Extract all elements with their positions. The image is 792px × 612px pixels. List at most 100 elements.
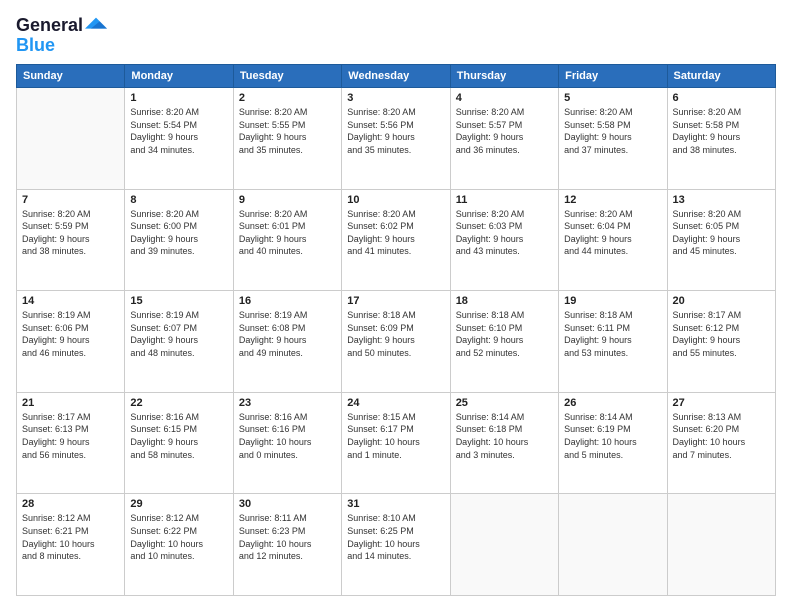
day-number: 17 <box>347 295 444 307</box>
day-cell: 13 Sunrise: 8:20 AM Sunset: 6:05 PM Dayli… <box>667 189 775 291</box>
day-cell: 28 Sunrise: 8:12 AM Sunset: 6:21 PM Dayli… <box>17 494 125 596</box>
day-info: Sunrise: 8:16 AM Sunset: 6:16 PM Dayligh… <box>239 411 336 461</box>
day-number: 1 <box>130 92 227 104</box>
weekday-saturday: Saturday <box>667 65 775 88</box>
day-number: 27 <box>673 397 770 409</box>
day-number: 7 <box>22 194 119 206</box>
day-cell: 31 Sunrise: 8:10 AM Sunset: 6:25 PM Dayli… <box>342 494 450 596</box>
day-cell: 12Sunrise: 8:20 AM Sunset: 6:04 PM Dayli… <box>559 189 667 291</box>
day-info: Sunrise: 8:20 AM Sunset: 5:55 PM Dayligh… <box>239 106 336 156</box>
day-number: 21 <box>22 397 119 409</box>
day-cell: 7 Sunrise: 8:20 AM Sunset: 5:59 PM Daylig… <box>17 189 125 291</box>
day-info: Sunrise: 8:18 AM Sunset: 6:11 PM Dayligh… <box>564 309 661 359</box>
day-cell: 14Sunrise: 8:19 AM Sunset: 6:06 PM Dayli… <box>17 291 125 393</box>
day-cell: 18Sunrise: 8:18 AM Sunset: 6:10 PM Dayli… <box>450 291 558 393</box>
day-cell: 16 Sunrise: 8:19 AM Sunset: 6:08 PM Dayli… <box>233 291 341 393</box>
day-info: Sunrise: 8:20 AM Sunset: 5:59 PM Dayligh… <box>22 208 119 258</box>
weekday-monday: Monday <box>125 65 233 88</box>
day-info: Sunrise: 8:19 AM Sunset: 6:07 PM Dayligh… <box>130 309 227 359</box>
day-number: 26 <box>564 397 661 409</box>
day-info: Sunrise: 8:13 AM Sunset: 6:20 PM Dayligh… <box>673 411 770 461</box>
day-info: Sunrise: 8:20 AM Sunset: 6:02 PM Dayligh… <box>347 208 444 258</box>
day-number: 24 <box>347 397 444 409</box>
week-row-3: 21 Sunrise: 8:17 AM Sunset: 6:13 PM Dayli… <box>17 392 776 494</box>
day-info: Sunrise: 8:20 AM Sunset: 5:54 PM Dayligh… <box>130 106 227 156</box>
day-cell: 22Sunrise: 8:16 AM Sunset: 6:15 PM Dayli… <box>125 392 233 494</box>
day-cell: 1 Sunrise: 8:20 AM Sunset: 5:54 PM Daylig… <box>125 88 233 190</box>
day-number: 20 <box>673 295 770 307</box>
day-cell <box>450 494 558 596</box>
day-cell: 30 Sunrise: 8:11 AM Sunset: 6:23 PM Dayli… <box>233 494 341 596</box>
day-number: 8 <box>130 194 227 206</box>
day-number: 28 <box>22 498 119 510</box>
day-number: 14 <box>22 295 119 307</box>
day-cell: 17 Sunrise: 8:18 AM Sunset: 6:09 PM Dayli… <box>342 291 450 393</box>
day-number: 13 <box>673 194 770 206</box>
day-info: Sunrise: 8:20 AM Sunset: 6:00 PM Dayligh… <box>130 208 227 258</box>
day-cell: 24 Sunrise: 8:15 AM Sunset: 6:17 PM Dayli… <box>342 392 450 494</box>
day-info: Sunrise: 8:15 AM Sunset: 6:17 PM Dayligh… <box>347 411 444 461</box>
day-number: 23 <box>239 397 336 409</box>
day-number: 9 <box>239 194 336 206</box>
day-number: 5 <box>564 92 661 104</box>
page: General Blue SundayMondayTuesdayWednesda… <box>0 0 792 612</box>
logo-text: General <box>16 16 83 36</box>
weekday-friday: Friday <box>559 65 667 88</box>
day-info: Sunrise: 8:17 AM Sunset: 6:12 PM Dayligh… <box>673 309 770 359</box>
day-number: 25 <box>456 397 553 409</box>
day-cell: 3 Sunrise: 8:20 AM Sunset: 5:56 PM Daylig… <box>342 88 450 190</box>
day-info: Sunrise: 8:18 AM Sunset: 6:09 PM Dayligh… <box>347 309 444 359</box>
day-cell <box>17 88 125 190</box>
day-info: Sunrise: 8:20 AM Sunset: 6:04 PM Dayligh… <box>564 208 661 258</box>
weekday-thursday: Thursday <box>450 65 558 88</box>
day-cell: 15 Sunrise: 8:19 AM Sunset: 6:07 PM Dayli… <box>125 291 233 393</box>
day-number: 19 <box>564 295 661 307</box>
day-number: 3 <box>347 92 444 104</box>
day-cell: 2 Sunrise: 8:20 AM Sunset: 5:55 PM Daylig… <box>233 88 341 190</box>
logo-icon <box>85 14 107 36</box>
weekday-tuesday: Tuesday <box>233 65 341 88</box>
day-info: Sunrise: 8:20 AM Sunset: 6:05 PM Dayligh… <box>673 208 770 258</box>
day-info: Sunrise: 8:20 AM Sunset: 6:03 PM Dayligh… <box>456 208 553 258</box>
day-number: 18 <box>456 295 553 307</box>
day-number: 22 <box>130 397 227 409</box>
day-cell: 8 Sunrise: 8:20 AM Sunset: 6:00 PM Daylig… <box>125 189 233 291</box>
day-cell: 10 Sunrise: 8:20 AM Sunset: 6:02 PM Dayli… <box>342 189 450 291</box>
day-cell: 20 Sunrise: 8:17 AM Sunset: 6:12 PM Dayli… <box>667 291 775 393</box>
day-info: Sunrise: 8:20 AM Sunset: 5:57 PM Dayligh… <box>456 106 553 156</box>
day-info: Sunrise: 8:20 AM Sunset: 5:58 PM Dayligh… <box>564 106 661 156</box>
week-row-0: 1 Sunrise: 8:20 AM Sunset: 5:54 PM Daylig… <box>17 88 776 190</box>
day-number: 6 <box>673 92 770 104</box>
day-cell <box>559 494 667 596</box>
day-cell: 6Sunrise: 8:20 AM Sunset: 5:58 PM Daylig… <box>667 88 775 190</box>
day-number: 2 <box>239 92 336 104</box>
day-info: Sunrise: 8:17 AM Sunset: 6:13 PM Dayligh… <box>22 411 119 461</box>
week-row-2: 14Sunrise: 8:19 AM Sunset: 6:06 PM Dayli… <box>17 291 776 393</box>
day-number: 30 <box>239 498 336 510</box>
day-number: 16 <box>239 295 336 307</box>
day-cell: 27 Sunrise: 8:13 AM Sunset: 6:20 PM Dayli… <box>667 392 775 494</box>
day-number: 31 <box>347 498 444 510</box>
header: General Blue <box>16 16 776 54</box>
day-number: 4 <box>456 92 553 104</box>
day-cell: 25 Sunrise: 8:14 AM Sunset: 6:18 PM Dayli… <box>450 392 558 494</box>
day-info: Sunrise: 8:14 AM Sunset: 6:18 PM Dayligh… <box>456 411 553 461</box>
weekday-sunday: Sunday <box>17 65 125 88</box>
logo-blue: Blue <box>16 36 107 54</box>
day-cell: 29 Sunrise: 8:12 AM Sunset: 6:22 PM Dayli… <box>125 494 233 596</box>
day-info: Sunrise: 8:19 AM Sunset: 6:08 PM Dayligh… <box>239 309 336 359</box>
day-info: Sunrise: 8:10 AM Sunset: 6:25 PM Dayligh… <box>347 512 444 562</box>
day-cell: 23 Sunrise: 8:16 AM Sunset: 6:16 PM Dayli… <box>233 392 341 494</box>
logo: General Blue <box>16 16 107 54</box>
day-number: 11 <box>456 194 553 206</box>
day-info: Sunrise: 8:11 AM Sunset: 6:23 PM Dayligh… <box>239 512 336 562</box>
day-info: Sunrise: 8:12 AM Sunset: 6:21 PM Dayligh… <box>22 512 119 562</box>
day-info: Sunrise: 8:20 AM Sunset: 5:56 PM Dayligh… <box>347 106 444 156</box>
day-number: 10 <box>347 194 444 206</box>
week-row-1: 7 Sunrise: 8:20 AM Sunset: 5:59 PM Daylig… <box>17 189 776 291</box>
day-info: Sunrise: 8:12 AM Sunset: 6:22 PM Dayligh… <box>130 512 227 562</box>
day-number: 29 <box>130 498 227 510</box>
day-number: 15 <box>130 295 227 307</box>
day-cell: 4 Sunrise: 8:20 AM Sunset: 5:57 PM Daylig… <box>450 88 558 190</box>
calendar-table: SundayMondayTuesdayWednesdayThursdayFrid… <box>16 64 776 596</box>
